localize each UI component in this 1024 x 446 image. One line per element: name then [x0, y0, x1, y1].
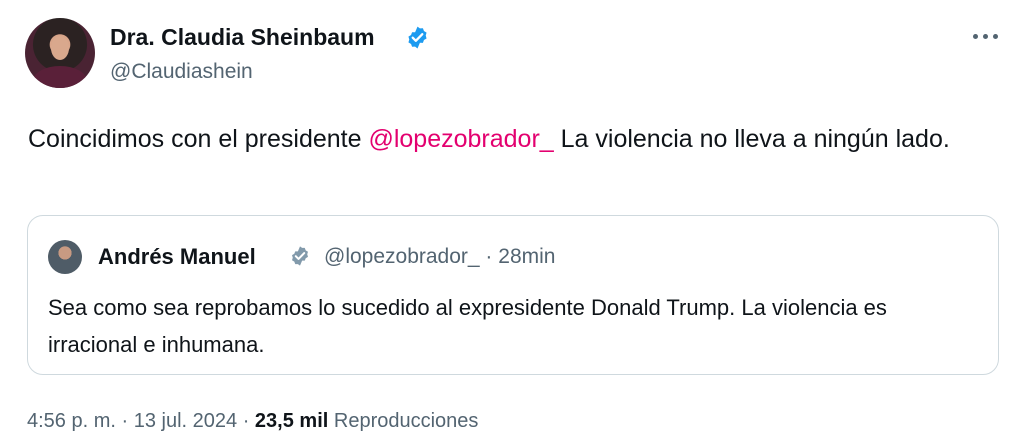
avatar-shoulders	[33, 66, 87, 88]
tweet-text: Coincidimos con el presidente @lopezobra…	[28, 118, 968, 160]
quote-meta: @lopezobrador_ · 28min	[324, 245, 555, 269]
author-name[interactable]: Dra. Claudia Sheinbaum	[110, 24, 375, 50]
quote-author-name[interactable]: Andrés Manuel	[98, 244, 256, 270]
views-label: Reproducciones	[333, 410, 479, 432]
views-count: 23,5 mil	[254, 410, 329, 432]
more-options-icon[interactable]	[973, 34, 999, 42]
mention-link[interactable]: @lopezobrador_	[368, 125, 553, 153]
tweet-time[interactable]: 4:56 p. m.	[27, 410, 116, 432]
quote-author-handle[interactable]: @lopezobrador_	[324, 245, 480, 268]
quote-separator: ·	[479, 245, 499, 268]
quoted-tweet[interactable]: Andrés Manuel @lopezobrador_ · 28min Sea…	[27, 215, 999, 375]
quote-text: Sea como sea reprobamos lo sucedido al e…	[48, 295, 887, 357]
meta-dot: ·	[115, 410, 134, 432]
quote-verified-icon	[292, 246, 308, 266]
avatar-face	[51, 36, 69, 60]
meta-dot: ·	[237, 410, 255, 432]
tweet-text-after: La violencia no lleva a ningún lado.	[553, 125, 950, 153]
verified-check-icon	[408, 26, 427, 49]
author-avatar[interactable]	[25, 18, 95, 88]
tweet-meta: 4:56 p. m. · 13 jul. 2024 · 23,5 mil Rep…	[27, 410, 478, 433]
author-handle[interactable]: @Claudiashein	[110, 60, 253, 84]
quote-time[interactable]: 28min	[498, 245, 555, 268]
quote-author-avatar[interactable]	[48, 240, 82, 274]
tweet-text-before: Coincidimos con el presidente	[28, 125, 369, 153]
tweet-date[interactable]: 13 jul. 2024	[134, 410, 237, 432]
